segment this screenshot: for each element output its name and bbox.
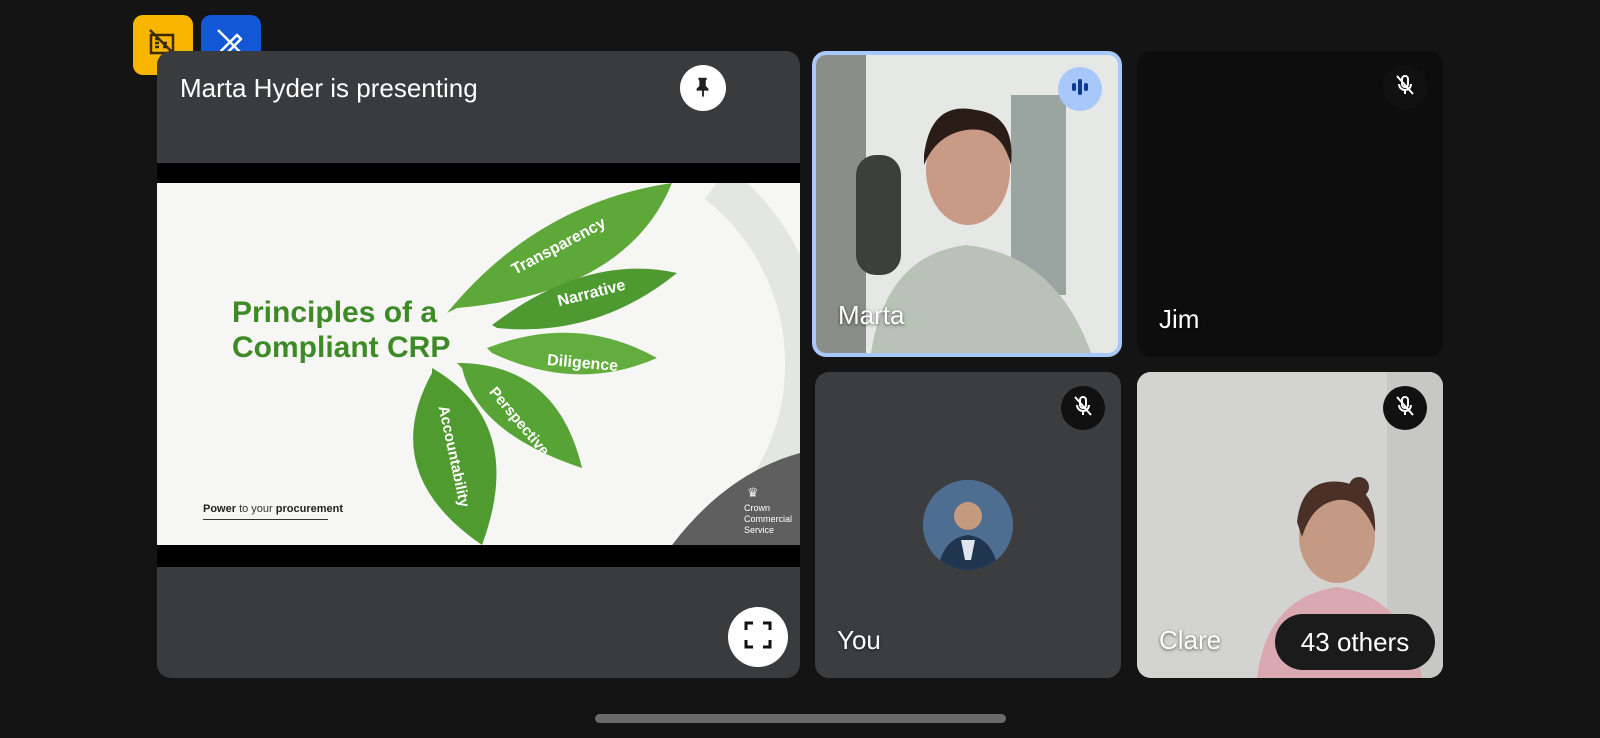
ccs-logo-text: Crown Commercial Service <box>744 503 793 535</box>
participant-tile-jim[interactable]: Jim <box>1137 51 1443 357</box>
participant-tile-you[interactable]: You <box>815 372 1121 678</box>
mic-muted-badge <box>1383 65 1427 109</box>
fullscreen-icon <box>744 621 772 654</box>
pin-button[interactable] <box>680 65 726 111</box>
fullscreen-button[interactable] <box>728 607 788 667</box>
mic-off-icon <box>1393 394 1417 423</box>
slide-footer: Power to your procurement <box>203 503 344 515</box>
audio-level-icon <box>1068 75 1092 104</box>
participant-tile-marta[interactable]: Marta <box>812 51 1122 357</box>
participant-tile-clare[interactable]: Clare 43 others <box>1137 372 1443 678</box>
presenting-label: Marta Hyder is presenting <box>180 73 478 103</box>
avatar <box>923 480 1013 570</box>
participant-name: Marta <box>838 300 905 330</box>
participant-name: Jim <box>1159 304 1200 334</box>
presentation-tile[interactable]: Marta Hyder is presenting Principles of … <box>157 51 800 678</box>
mic-off-icon <box>1393 73 1417 102</box>
crown-crest-icon: ♛ <box>747 485 759 500</box>
speaking-indicator <box>1058 67 1102 111</box>
mic-off-icon <box>1071 394 1095 423</box>
participant-name: Clare <box>1159 625 1222 655</box>
slide-title: Principles of a Compliant CRP <box>232 296 451 364</box>
others-button[interactable]: 43 others <box>1275 614 1435 670</box>
slide-letterbox: Principles of a Compliant CRP Transparen… <box>157 163 800 567</box>
home-indicator[interactable] <box>595 714 1006 723</box>
mic-muted-badge <box>1383 386 1427 430</box>
shared-slide: Principles of a Compliant CRP Transparen… <box>157 183 800 545</box>
footer-underline <box>203 519 328 520</box>
participant-name: You <box>837 625 881 655</box>
mic-muted-badge <box>1061 386 1105 430</box>
pin-icon <box>692 75 714 102</box>
